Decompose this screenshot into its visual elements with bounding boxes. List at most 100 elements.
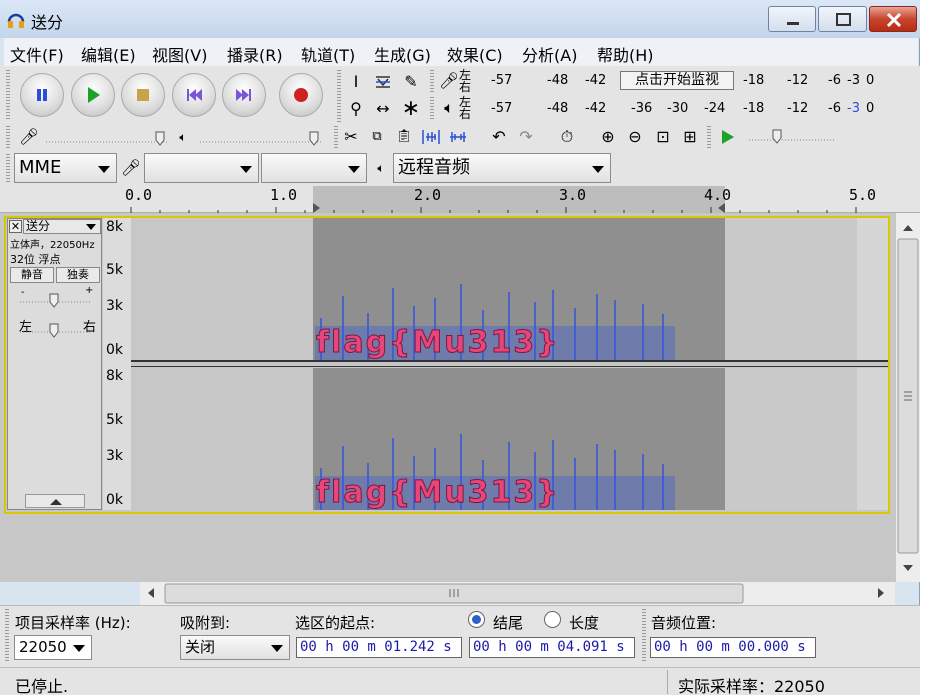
speed-grip[interactable] bbox=[707, 126, 711, 148]
skip-start-button[interactable] bbox=[172, 73, 216, 117]
menu-edit[interactable]: 编辑(E) bbox=[81, 42, 136, 66]
speaker-icon[interactable]: 🔈︎ bbox=[438, 97, 460, 119]
vertical-scrollbar[interactable] bbox=[895, 213, 920, 582]
solo-button[interactable]: 独奏 bbox=[56, 267, 100, 283]
toolbar-grip[interactable] bbox=[6, 70, 10, 120]
timeline-ruler[interactable]: 0.0 1.0 2.0 3.0 4.0 5.0 bbox=[0, 186, 920, 213]
close-track-button[interactable]: ✕ bbox=[9, 220, 22, 233]
spectrogram-left-channel[interactable]: flag{Mu313} bbox=[131, 218, 888, 361]
playback-device-select[interactable]: 远程音频 bbox=[393, 153, 611, 183]
playback-device-value: 远程音频 bbox=[398, 157, 470, 178]
multi-tool-icon[interactable]: ∗ bbox=[400, 98, 422, 120]
menu-view[interactable]: 视图(V) bbox=[152, 42, 207, 66]
fit-project-icon[interactable]: ⊞ bbox=[679, 126, 701, 148]
record-button[interactable] bbox=[279, 73, 323, 117]
zoom-tool-icon[interactable]: ⚲ bbox=[345, 98, 367, 120]
timeshift-tool-icon[interactable]: ↔ bbox=[372, 98, 394, 120]
horizontal-scrollbar-parts bbox=[148, 583, 884, 604]
play-button[interactable] bbox=[71, 73, 115, 117]
rec-meter-grip[interactable] bbox=[430, 70, 434, 92]
menu-transport[interactable]: 播录(R) bbox=[227, 42, 283, 66]
skip-end-button[interactable] bbox=[222, 73, 266, 117]
pause-button[interactable] bbox=[20, 73, 64, 117]
collapse-track-button[interactable] bbox=[25, 494, 85, 508]
scale-label: 5k bbox=[106, 262, 124, 278]
playback-volume-slider[interactable] bbox=[196, 128, 326, 146]
menu-file[interactable]: 文件(F) bbox=[10, 42, 64, 66]
maximize-button[interactable] bbox=[818, 6, 867, 32]
project-rate-select[interactable]: 22050 bbox=[14, 635, 92, 660]
zoom-in-icon[interactable]: ⊕ bbox=[597, 126, 619, 148]
menu-generate[interactable]: 生成(G) bbox=[374, 42, 431, 66]
stop-button[interactable] bbox=[121, 73, 165, 117]
end-radio[interactable] bbox=[468, 611, 485, 628]
close-icon bbox=[886, 12, 902, 28]
paste-icon[interactable]: 📋︎ bbox=[393, 126, 415, 148]
mute-button[interactable]: 静音 bbox=[10, 267, 54, 283]
menu-help[interactable]: 帮助(H) bbox=[597, 42, 654, 66]
recording-device-select[interactable] bbox=[144, 153, 259, 183]
minimize-button[interactable] bbox=[768, 6, 816, 32]
spectrogram-right-channel[interactable]: flag{Mu313} bbox=[131, 368, 888, 511]
recording-channels-select[interactable] bbox=[261, 153, 367, 183]
pan-slider[interactable] bbox=[18, 323, 92, 339]
host-select-value: MME bbox=[19, 157, 62, 178]
track-format: 32位 浮点 bbox=[10, 253, 61, 266]
meter-tick: -30 bbox=[667, 101, 689, 116]
recording-volume-slider[interactable] bbox=[42, 128, 172, 146]
spectrum-scale[interactable]: 8k 5k 3k 0k 8k 5k 3k 0k bbox=[103, 218, 131, 510]
trim-icon[interactable] bbox=[420, 126, 442, 148]
length-radio[interactable] bbox=[544, 611, 561, 628]
audio-position-field[interactable]: 00 h 00 m 00.000 s bbox=[650, 637, 816, 658]
chevron-up-icon bbox=[50, 499, 62, 505]
start-monitoring-button[interactable]: 点击开始监视 bbox=[620, 71, 734, 90]
redo-icon[interactable]: ↷ bbox=[515, 126, 537, 148]
selection-end-field[interactable]: 00 h 00 m 04.091 s bbox=[469, 637, 635, 658]
copy-icon[interactable]: ⧉ bbox=[366, 126, 388, 148]
fit-selection-icon[interactable]: ⊡ bbox=[652, 126, 674, 148]
microphone-icon[interactable]: 🎤︎ bbox=[438, 70, 460, 92]
spectrogram-hidden-text: flag{Mu313} bbox=[316, 325, 560, 361]
draw-tool-icon[interactable]: ✎ bbox=[400, 71, 422, 93]
play-meter-grip[interactable] bbox=[430, 97, 434, 119]
meter-tick: -57 bbox=[491, 73, 513, 88]
selection-start-label: 选区的起点: bbox=[295, 614, 376, 632]
zoom-out-icon[interactable]: ⊖ bbox=[624, 126, 646, 148]
status-text: 已停止. bbox=[15, 677, 69, 696]
audio-position-grip[interactable] bbox=[642, 609, 646, 663]
maximize-icon bbox=[836, 13, 851, 26]
horizontal-scrollbar[interactable] bbox=[140, 582, 895, 605]
envelope-tool-icon[interactable] bbox=[372, 71, 394, 93]
length-label: 长度 bbox=[569, 614, 600, 632]
device-grip[interactable] bbox=[6, 154, 10, 182]
playback-speed-slider[interactable] bbox=[745, 128, 840, 146]
tools-grip[interactable] bbox=[337, 70, 341, 122]
track-menu-button[interactable]: 送分 bbox=[23, 219, 101, 234]
chevron-down-icon bbox=[86, 224, 96, 230]
host-select[interactable]: MME bbox=[14, 153, 117, 183]
close-button[interactable] bbox=[869, 6, 917, 32]
undo-icon[interactable]: ↶ bbox=[488, 126, 510, 148]
mixer-grip[interactable] bbox=[6, 126, 10, 148]
selection-tool-icon[interactable]: I bbox=[345, 71, 367, 93]
meter-tick: -48 bbox=[547, 73, 569, 88]
meter-tick: -3 bbox=[847, 101, 860, 116]
menu-effect[interactable]: 效果(C) bbox=[447, 42, 503, 66]
play-at-speed-button[interactable] bbox=[716, 126, 738, 148]
sync-lock-icon[interactable]: ⏱ bbox=[556, 126, 578, 148]
project-rate-value: 22050 bbox=[19, 638, 67, 656]
ruler-ticks bbox=[130, 203, 857, 213]
selection-toolbar-grip[interactable] bbox=[5, 609, 9, 663]
snap-to-select[interactable]: 关闭 bbox=[180, 635, 290, 660]
input-device-mic-icon: 🎤︎ bbox=[120, 158, 142, 177]
silence-icon[interactable] bbox=[447, 126, 469, 148]
selection-start-field[interactable]: 00 h 00 m 01.242 s bbox=[296, 637, 462, 658]
playback-meter[interactable]: -57 -48 -42 -36 -30 -24 -18 -12 -6 -3 0 bbox=[485, 98, 877, 120]
menu-analyze[interactable]: 分析(A) bbox=[522, 42, 577, 66]
cut-icon[interactable]: ✂ bbox=[340, 126, 362, 148]
edit-grip[interactable] bbox=[334, 126, 338, 148]
gain-slider[interactable] bbox=[18, 293, 92, 309]
menu-tracks[interactable]: 轨道(T) bbox=[301, 42, 355, 66]
track-info: 立体声，22050Hz bbox=[10, 240, 95, 251]
meter-tick: -12 bbox=[787, 73, 809, 88]
